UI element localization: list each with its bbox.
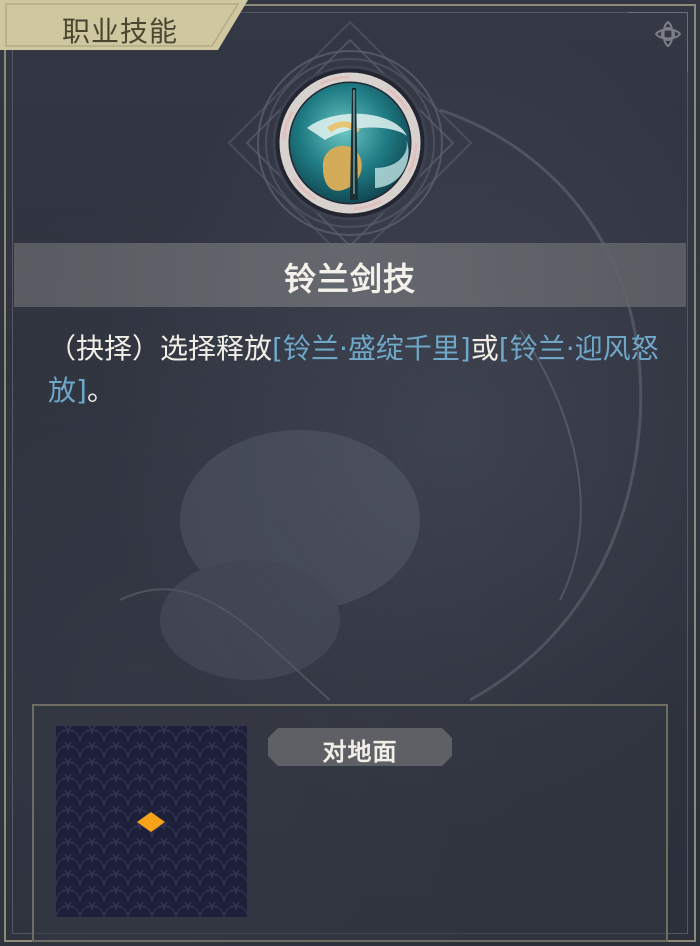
skill-name-banner: 铃兰剑技	[14, 243, 686, 307]
orchid-sword-skill-icon	[227, 20, 473, 266]
skill-name: 铃兰剑技	[283, 260, 416, 298]
range-map	[56, 726, 247, 917]
target-type-tag: 对地面	[268, 728, 452, 766]
tab-profession-skill[interactable]: 职业技能	[0, 0, 248, 50]
description-suffix: 。	[86, 374, 115, 407]
target-type-label: 对地面	[322, 738, 398, 766]
description-prefix: （抉择）选择释放	[48, 332, 273, 365]
skill-detail-panel: 职业技能 铃兰剑技 （抉择）选择释放[铃兰·盛绽千里]或[铃兰·迎风怒放]。 对…	[0, 0, 700, 946]
skill-option-link-1[interactable]: [铃兰·盛绽千里]	[272, 332, 471, 365]
description-connector: 或	[470, 332, 499, 365]
skill-description: （抉择）选择释放[铃兰·盛绽千里]或[铃兰·迎风怒放]。	[48, 328, 668, 412]
corner-flower-icon	[628, 12, 688, 72]
tab-title: 职业技能	[62, 15, 179, 48]
